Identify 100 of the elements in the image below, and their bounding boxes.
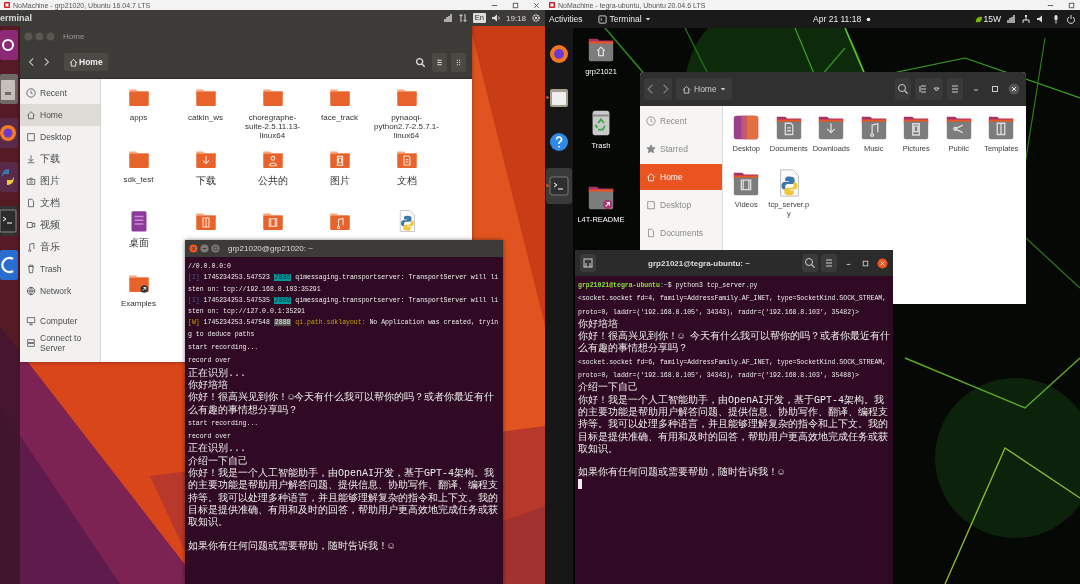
- window-title: grp21020@grp21020: ~: [228, 244, 313, 253]
- folder-icon: [646, 200, 656, 210]
- close-icon[interactable]: [1008, 83, 1020, 95]
- sidebar-item[interactable]: Home: [20, 104, 100, 126]
- sidebar-item[interactable]: Home: [640, 164, 722, 190]
- window-title: Home: [63, 31, 85, 41]
- ring-logo-icon[interactable]: [0, 30, 18, 60]
- file-name[interactable]: 桌面: [105, 237, 172, 249]
- home-icon: [682, 84, 691, 94]
- file-name[interactable]: sdk_test: [105, 175, 172, 185]
- file-name[interactable]: apps: [105, 113, 172, 123]
- file-name[interactable]: choregraphe-suite-2.5.11.13-linux64: [239, 113, 306, 141]
- view-options-icon[interactable]: [915, 78, 943, 100]
- download-icon: [26, 154, 36, 164]
- file-name[interactable]: 图片: [306, 175, 373, 187]
- sidebar-item[interactable]: 图片: [20, 170, 100, 192]
- menu-icon[interactable]: [821, 254, 837, 272]
- clock[interactable]: Apr 21 11:18: [813, 14, 862, 24]
- file-name[interactable]: face_track: [306, 113, 373, 123]
- search-icon[interactable]: [802, 254, 818, 272]
- sidebar-item[interactable]: 文档: [20, 192, 100, 214]
- app-name: Terminal: [609, 14, 642, 24]
- computer-icon: [26, 316, 36, 326]
- power-mode-indicator[interactable]: 15W: [973, 14, 1001, 24]
- path-label: Home: [79, 57, 103, 67]
- signal-icon[interactable]: [1006, 14, 1016, 24]
- app-menu[interactable]: erminal: [0, 13, 32, 23]
- settings-icon[interactable]: [531, 13, 541, 23]
- volume-icon[interactable]: [490, 13, 501, 23]
- help-icon: [549, 132, 569, 152]
- activities-button[interactable]: Activities: [549, 14, 583, 24]
- file-name[interactable]: Examples: [105, 299, 172, 309]
- maximize-icon[interactable]: [1067, 0, 1076, 10]
- signal-icon[interactable]: [442, 13, 453, 23]
- file-name[interactable]: 公共的: [239, 175, 306, 187]
- file-name[interactable]: 下载: [172, 175, 239, 187]
- maximize-icon[interactable]: [989, 83, 1001, 95]
- terminal-icon[interactable]: [0, 206, 18, 236]
- menu-icon[interactable]: [947, 78, 963, 100]
- window-title: grp21021@tegra-ubuntu: ~: [648, 258, 750, 268]
- sidebar-item[interactable]: 音乐: [20, 236, 100, 258]
- terminal-icon: [549, 176, 569, 196]
- output-line: 你好！我是一个人工智能助手，由OpenAI开发，基于GPT-4架构。我的主要功能是帮助用户解答问题、提供信息、协助写作、翻译、编程支持等。我可以处理多种语言，并且能够理解复杂的指令和上下文。我的目标是提供准确、有用和及时的回答，帮助用户更高效地完成任务或获取知识。: [188, 468, 498, 529]
- file-name[interactable]: 文档: [373, 175, 440, 187]
- output-line: 如果你有任何问题或需要帮助，随时告诉我！☺: [578, 467, 784, 479]
- browser-icon[interactable]: [0, 118, 18, 148]
- new-tab-icon[interactable]: [580, 254, 596, 272]
- notification-dot-icon: [866, 16, 872, 22]
- sidebar-item[interactable]: Connect to Server: [20, 332, 100, 354]
- output-line: 你好培培: [578, 318, 618, 330]
- running-indicator-icon: [546, 96, 549, 99]
- network-icon[interactable]: [1021, 14, 1031, 24]
- sidebar-item[interactable]: Computer: [20, 310, 100, 332]
- camera-icon: [26, 176, 36, 186]
- terminal-icon: [597, 14, 607, 24]
- power-icon[interactable]: [1066, 14, 1076, 24]
- output-line: 正在识别...: [188, 367, 246, 379]
- sidebar-item[interactable]: Trash: [20, 258, 100, 280]
- server-icon: [26, 338, 36, 348]
- app-c-icon[interactable]: [0, 250, 18, 280]
- text-cursor: [578, 478, 582, 489]
- output-line: 如果你有任何问题或需要帮助，随时告诉我！☺: [188, 540, 394, 552]
- close-icon[interactable]: [877, 257, 888, 269]
- path-button[interactable]: Home: [64, 53, 108, 71]
- clock-icon: [646, 116, 656, 126]
- running-indicator-icon: [546, 184, 549, 187]
- music-icon: [26, 242, 36, 252]
- sidebar-item[interactable]: 下载: [20, 148, 100, 170]
- path-label: Home: [694, 84, 717, 94]
- microphone-icon[interactable]: [1051, 14, 1061, 24]
- sidebar-item[interactable]: Desktop: [20, 126, 100, 148]
- folder-icon: [26, 132, 36, 142]
- list-view-icon[interactable]: [432, 52, 447, 72]
- globe-icon: [26, 286, 36, 296]
- file-name[interactable]: pynaoqi-python2.7-2.5.7.1-linux64: [373, 113, 440, 141]
- file-cabinet-icon[interactable]: [0, 74, 18, 104]
- trash-icon: [26, 264, 36, 274]
- sidebar-item[interactable]: 视频: [20, 214, 100, 236]
- sidebar-item[interactable]: Recent: [20, 82, 100, 104]
- sidebar-item[interactable]: Network: [20, 280, 100, 302]
- output-line: 介绍一下自己: [188, 455, 248, 467]
- output-line: 你好！很高兴见到你！☺今天有什么我可以帮你的吗？或者你最近有什么有趣的事情想分享吗？: [188, 392, 494, 416]
- document-icon: [26, 198, 36, 208]
- transfer-arrows-icon[interactable]: [457, 13, 468, 23]
- file-name[interactable]: catkin_ws: [172, 113, 239, 123]
- minimize-icon[interactable]: [200, 244, 209, 253]
- app-menu[interactable]: Terminal: [597, 14, 651, 24]
- browser-icon: [549, 44, 569, 64]
- output-line: 你好培培: [188, 379, 228, 391]
- clock[interactable]: 19:18: [505, 13, 526, 23]
- home-icon: [646, 172, 656, 182]
- search-icon[interactable]: [895, 78, 911, 100]
- home-icon: [69, 57, 78, 67]
- maximize-icon[interactable]: [511, 0, 520, 10]
- output-line: 你好！我是一个人工智能助手，由OpenAI开发，基于GPT-4架构。我的主要功能是帮助用户解答问题、提供信息、协助写作、翻译、编程支持等。我可以处理多种语言，并且能够理解复杂的指令和上下文。我的目标是提供准确、有用和及时的回答，帮助用户更高效地完成任务或获取知识。: [578, 394, 888, 455]
- path-button[interactable]: Home: [676, 78, 732, 100]
- output-line: 介绍一下自己: [578, 382, 638, 394]
- document-icon: [646, 228, 656, 238]
- caret-icon: [719, 86, 726, 92]
- python-icon[interactable]: [0, 162, 18, 192]
